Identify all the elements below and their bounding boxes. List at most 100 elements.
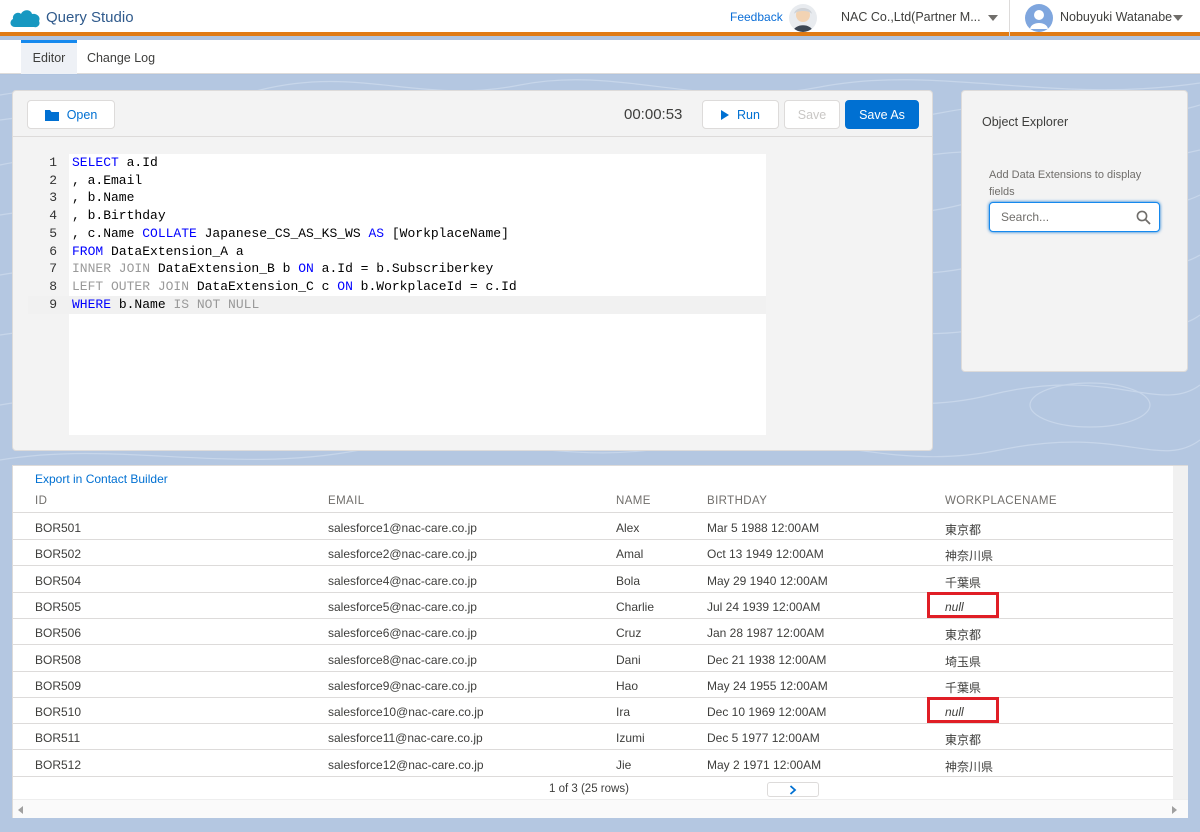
cell-id: BOR505 [35, 599, 82, 614]
object-explorer-help-text: Add Data Extensions to display fields [989, 169, 1142, 198]
cell-name: Charlie [616, 599, 655, 614]
column-header-email[interactable]: EMAIL [328, 495, 365, 507]
cell-workplacename: 千葉県 [945, 575, 982, 590]
data-extension-search-input[interactable]: Search... [989, 202, 1160, 232]
line-number: 9 [49, 296, 57, 312]
cell-birthday: Dec 10 1969 12:00AM [707, 705, 827, 720]
next-page-button[interactable] [767, 782, 819, 797]
null-highlight-box [927, 591, 999, 618]
cell-workplacename: 東京都 [945, 733, 982, 748]
run-button-label: Run [737, 107, 760, 122]
cell-name: Dani [616, 652, 641, 667]
sql-token: , a.Email [72, 172, 143, 188]
search-icon[interactable] [1136, 210, 1151, 225]
cell-workplacename: 東京都 [945, 523, 982, 537]
cell-id: BOR502 [35, 547, 82, 562]
query-timer: 00:00:53 [624, 106, 683, 123]
run-button[interactable]: Run [702, 100, 779, 129]
cell-name: Hao [616, 678, 639, 693]
table-row[interactable]: BOR502 salesforce2@nac-care.co.jp Amal Oct … [13, 539, 1173, 567]
code-text: LEFT OUTER JOIN DataExtension_C c ON b.W… [72, 278, 517, 296]
object-explorer-title: Object Explorer [982, 115, 1069, 129]
table-row[interactable]: BOR506 salesforce6@nac-care.co.jp Cruz Jan … [13, 618, 1173, 646]
cell-email: salesforce10@nac-care.co.jp [328, 705, 484, 720]
editor-toolbar: Open 00:00:53 Run Save Save As [13, 91, 932, 137]
code-text: , a.Email [72, 172, 142, 190]
save-button[interactable]: Save [784, 100, 840, 129]
line-number: 1 [49, 155, 57, 170]
table-row[interactable]: BOR505 salesforce5@nac-care.co.jp Charlie J… [13, 591, 1173, 619]
line-number: 7 [49, 261, 57, 277]
vertical-scrollbar[interactable] [1173, 466, 1188, 799]
tab-change-log[interactable]: Change Log [80, 40, 162, 74]
cell-email: salesforce8@nac-care.co.jp [328, 652, 477, 667]
code-line[interactable]: 7 INNER JOIN DataExtension_B b ON a.Id = … [28, 260, 766, 278]
cell-id: BOR512 [35, 757, 82, 772]
code-line[interactable]: 1 SELECT a.Id [28, 154, 766, 172]
user-name[interactable]: Nobuyuki Watanabe [1060, 10, 1172, 24]
code-text: INNER JOIN DataExtension_B b ON a.Id = b… [72, 260, 493, 278]
feedback-link[interactable]: Feedback [730, 10, 783, 24]
code-text: , b.Name [72, 189, 134, 207]
code-text: , c.Name COLLATE Japanese_CS_AS_KS_WS AS… [72, 225, 509, 243]
sql-keyword: INNER JOIN [72, 261, 151, 277]
column-header-workplacename[interactable]: WORKPLACENAME [945, 495, 1057, 507]
table-row[interactable]: BOR509 salesforce9@nac-care.co.jp Hao May 2… [13, 671, 1173, 698]
sql-token: DataExtension_A a [103, 243, 244, 259]
cell-birthday: May 24 1955 12:00AM [707, 678, 828, 693]
column-header-id[interactable]: ID [35, 495, 47, 507]
code-line[interactable]: 6 FROM DataExtension_A a [28, 243, 766, 261]
tab-bar: Editor Change Log [0, 40, 1200, 74]
code-line[interactable]: 8 LEFT OUTER JOIN DataExtension_C c ON b.… [28, 278, 766, 296]
scroll-right-icon[interactable] [1170, 806, 1178, 814]
cell-email: salesforce9@nac-care.co.jp [328, 678, 477, 693]
horizontal-scrollbar[interactable] [13, 799, 1188, 818]
table-row[interactable]: BOR512 salesforce12@nac-care.co.jp Jie May … [13, 750, 1173, 777]
table-row[interactable]: BOR511 salesforce11@nac-care.co.jp Izumi De… [13, 723, 1173, 751]
code-line[interactable]: 3 , b.Name [28, 189, 766, 207]
table-row[interactable]: BOR501 salesforce1@nac-care.co.jp Alex Mar … [13, 513, 1173, 540]
cell-email: salesforce12@nac-care.co.jp [328, 757, 484, 772]
sql-token: a.Id [118, 155, 158, 170]
code-line[interactable]: 4 , b.Birthday [28, 207, 766, 225]
column-header-name[interactable]: NAME [616, 495, 651, 507]
sql-token: b.Name [111, 296, 174, 312]
org-switcher-label[interactable]: NAC Co.,Ltd(Partner M... [841, 10, 981, 24]
cell-name: Ira [616, 705, 631, 720]
org-chevron-down-icon[interactable] [988, 15, 998, 21]
sql-keyword: ON [298, 261, 314, 277]
object-explorer-panel: Object Explorer Add Data Extensions to d… [961, 90, 1188, 372]
export-contact-builder-link[interactable]: Export in Contact Builder [35, 472, 168, 486]
cell-email: salesforce11@nac-care.co.jp [328, 731, 483, 746]
open-button[interactable]: Open [27, 100, 115, 129]
table-row[interactable]: BOR504 salesforce4@nac-care.co.jp Bola May … [13, 566, 1173, 593]
save-as-button[interactable]: Save As [845, 100, 919, 129]
code-line[interactable]: 5 , c.Name COLLATE Japanese_CS_AS_KS_WS A… [28, 225, 766, 243]
line-number: 2 [49, 172, 57, 188]
user-chevron-down-icon[interactable] [1173, 15, 1183, 21]
line-number: 8 [49, 278, 57, 294]
table-row[interactable]: BOR508 salesforce8@nac-care.co.jp Dani Dec … [13, 645, 1173, 672]
scroll-left-icon[interactable] [17, 806, 25, 814]
cell-email: salesforce1@nac-care.co.jp [328, 521, 477, 535]
sql-keyword: COLLATE [142, 225, 197, 241]
sql-keyword: WHERE [72, 296, 112, 312]
cell-workplacename: 神奈川県 [945, 759, 994, 774]
cell-id: BOR510 [35, 705, 82, 720]
tab-editor[interactable]: Editor [21, 40, 77, 74]
cell-workplacename: 埼玉県 [945, 654, 982, 669]
sql-token: , b.Name [72, 190, 135, 206]
open-button-label: Open [66, 107, 98, 122]
cell-name: Jie [616, 757, 632, 772]
cell-name: Cruz [616, 626, 642, 641]
user-avatar-icon[interactable] [1025, 4, 1053, 32]
salesforce-cloud-icon [10, 10, 40, 28]
table-row[interactable]: BOR510 salesforce10@nac-care.co.jp Ira Dec … [13, 697, 1173, 725]
sql-token: DataExtension_C c [189, 278, 338, 294]
code-line[interactable]: 2 , a.Email [28, 172, 766, 190]
code-line[interactable]: 9 WHERE b.Name IS NOT NULL [28, 295, 766, 314]
sql-code-editor[interactable]: 1 SELECT a.Id 2 , a.Email 3 , b.Name 4 , b.Birt… [28, 154, 766, 435]
column-header-birthday[interactable]: BIRTHDAY [707, 495, 767, 507]
cell-id: BOR504 [35, 573, 82, 588]
cell-id: BOR509 [35, 678, 82, 693]
